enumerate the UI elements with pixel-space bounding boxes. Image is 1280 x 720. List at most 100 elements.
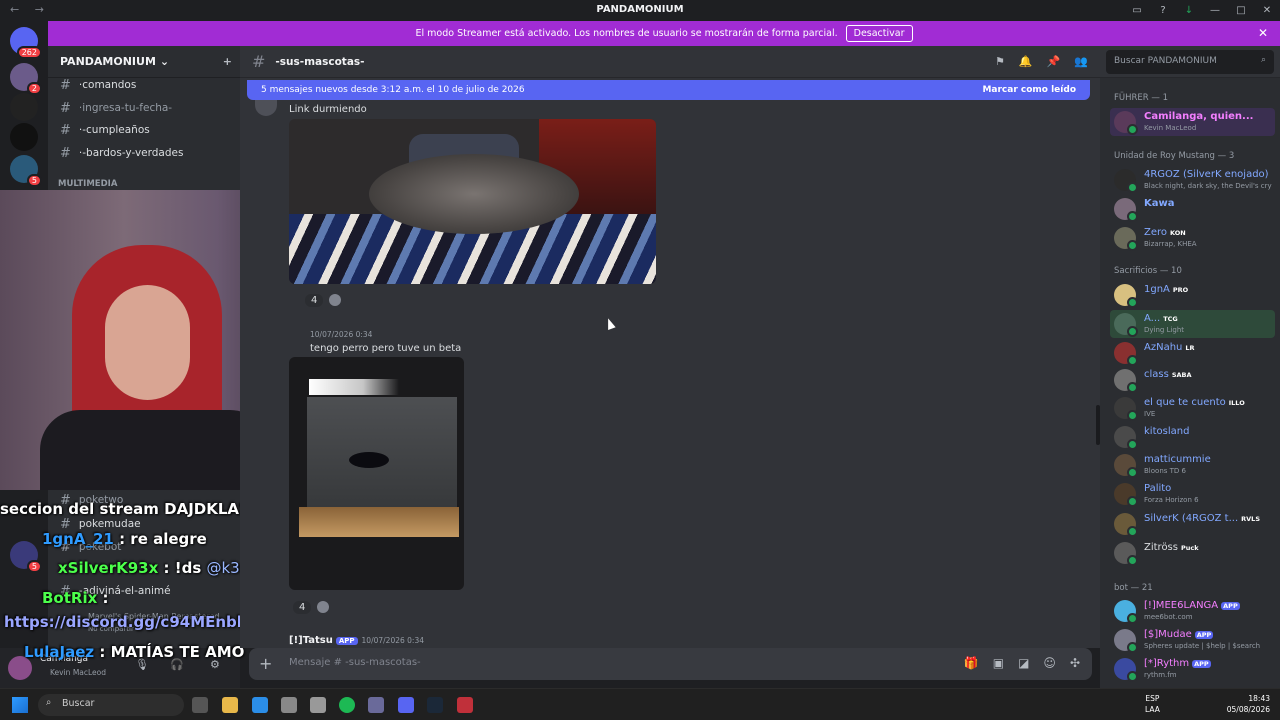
- member-name-text: A...: [1144, 313, 1161, 324]
- member-name: SilverK (4RGOZ t... RVLS: [1144, 513, 1260, 524]
- add-member-icon[interactable]: +: [223, 55, 232, 68]
- server-icon[interactable]: [10, 93, 38, 121]
- channel-bardos-y-verdades[interactable]: # ·-bardos-y-verdades: [48, 143, 240, 163]
- help-icon[interactable]: ?: [1150, 0, 1176, 21]
- home-button[interactable]: 262: [10, 27, 42, 59]
- member-item[interactable]: SilverK (4RGOZ t... RVLS: [1110, 510, 1275, 538]
- server-icon[interactable]: 5: [10, 155, 42, 187]
- threads-icon[interactable]: ⚑: [995, 55, 1005, 68]
- member-item[interactable]: Palito Forza Horizon 6: [1110, 480, 1275, 508]
- reaction-pill[interactable]: 4: [293, 600, 312, 614]
- discord-icon[interactable]: [398, 697, 414, 713]
- gift-icon[interactable]: 🎁: [964, 656, 979, 670]
- member-item[interactable]: [!]MEE6LANGA APP mee6bot.com: [1110, 597, 1275, 625]
- avatar: [1114, 483, 1138, 507]
- fish-photo[interactable]: [289, 357, 464, 590]
- member-item[interactable]: 1gnA PRO: [1110, 281, 1275, 309]
- overlay-line: seccion del stream DAJDKLASJD: [0, 500, 268, 518]
- overlay-line: 1gnA_21 : re alegre: [42, 530, 207, 548]
- category-multimedia[interactable]: MULTIMEDIA: [58, 179, 117, 189]
- search-icon: ⌕: [46, 697, 52, 708]
- spotify-icon[interactable]: [339, 697, 355, 713]
- chrome-icon[interactable]: [252, 697, 268, 713]
- widgets-icon[interactable]: [192, 697, 208, 713]
- member-name: class SABA: [1144, 369, 1192, 380]
- download-icon[interactable]: ↓: [1176, 0, 1202, 21]
- channel-cumpleanos[interactable]: # ·-cumpleaños: [48, 120, 240, 140]
- pin-icon[interactable]: 📌: [1047, 55, 1061, 68]
- member-name-text: [*]Rythm: [1144, 658, 1190, 669]
- overlay-user: xSilverK93x: [58, 559, 159, 577]
- member-item[interactable]: 4RGOZ (SilverK enojado) Black night, dark…: [1110, 166, 1275, 194]
- search-input[interactable]: Buscar PANDAMONIUM ⌕: [1106, 50, 1274, 74]
- taskbar-search[interactable]: ⌕ Buscar: [38, 694, 184, 716]
- member-tag: TCG: [1163, 315, 1178, 323]
- member-item[interactable]: Kawa: [1110, 195, 1275, 223]
- app-icon[interactable]: [368, 697, 384, 713]
- member-status: Spheres update | $help | $search: [1144, 642, 1261, 650]
- add-reaction-icon[interactable]: [317, 601, 330, 613]
- minimize-icon[interactable]: —: [1202, 0, 1228, 21]
- photo-light: [309, 379, 399, 395]
- member-item[interactable]: Zero KON Bizarrap, KHEA: [1110, 224, 1275, 252]
- channel-ingresa-tu-fecha[interactable]: # ·ingresa-tu-fecha-: [48, 98, 240, 118]
- maximize-icon[interactable]: □: [1228, 0, 1254, 21]
- member-item[interactable]: Zitröss Puck: [1110, 539, 1275, 567]
- server-icon[interactable]: 5: [10, 541, 42, 573]
- overlay-line: BotRix :: [42, 589, 109, 607]
- members-icon[interactable]: 👥: [1074, 55, 1088, 68]
- photo-fish: [349, 452, 389, 468]
- bell-icon[interactable]: 🔔: [1019, 55, 1033, 68]
- dog-photo[interactable]: [289, 119, 656, 284]
- server-badge: 5: [26, 560, 42, 573]
- obs-icon[interactable]: [281, 697, 297, 713]
- sticker-icon[interactable]: ◪: [1018, 656, 1029, 670]
- author-name[interactable]: [!]Tatsu: [289, 635, 333, 646]
- server-header[interactable]: PANDAMONIUM ⌄ +: [48, 46, 240, 78]
- member-name-text: el que te cuento: [1144, 397, 1226, 408]
- message-author: [!]Tatsu APP 10/07/2026 0:34: [289, 635, 424, 646]
- channel-label: ·-cumpleaños: [78, 124, 150, 136]
- close-window-icon[interactable]: ✕: [1254, 0, 1280, 21]
- member-name-text: Zitröss: [1144, 542, 1178, 553]
- window-titlebar: ← → PANDAMONIUM ▭ ? ↓ — □ ✕: [0, 0, 1280, 21]
- member-item[interactable]: AzNahu LR: [1110, 339, 1275, 367]
- clock[interactable]: 18:43 05/08/2026: [1227, 693, 1270, 715]
- message-text: Link durmiendo: [289, 104, 367, 115]
- member-name: Camilanga, quien...: [1144, 111, 1254, 122]
- member-name: kitosland: [1144, 426, 1190, 437]
- steam-icon[interactable]: [427, 697, 443, 713]
- reaction-pill[interactable]: 4: [305, 293, 324, 307]
- app-icon[interactable]: [457, 697, 473, 713]
- overlay-text: :: [102, 589, 109, 607]
- gif-icon[interactable]: ▣: [993, 656, 1004, 670]
- close-banner-icon[interactable]: ✕: [1258, 26, 1268, 40]
- emoji-icon[interactable]: ☺: [1043, 656, 1056, 670]
- member-item[interactable]: Camilanga, quien... Kevin MacLeod: [1110, 108, 1275, 136]
- member-item[interactable]: el que te cuento ILLO IVE: [1110, 394, 1275, 422]
- member-item[interactable]: kitosland: [1110, 423, 1275, 451]
- folder-icon[interactable]: [222, 697, 238, 713]
- inbox-icon[interactable]: ▭: [1124, 0, 1150, 21]
- member-item[interactable]: [$]Mudae APP Spheres update | $help | $sea…: [1110, 626, 1275, 654]
- member-item[interactable]: [*]Rythm APP rythm.fm: [1110, 655, 1275, 683]
- server-icon[interactable]: 2: [10, 63, 42, 95]
- add-reaction-icon[interactable]: [329, 294, 342, 306]
- reaction-row: 4: [305, 291, 342, 309]
- windows-start-icon[interactable]: [12, 697, 28, 713]
- language-indicator[interactable]: ESP LAA: [1145, 693, 1160, 715]
- apps-icon[interactable]: ✣: [1070, 656, 1080, 670]
- member-item[interactable]: matticummie Bloons TD 6: [1110, 451, 1275, 479]
- server-icon[interactable]: [10, 123, 38, 151]
- plus-icon[interactable]: +: [259, 654, 272, 673]
- disable-streamer-button[interactable]: Desactivar: [845, 25, 913, 42]
- channel-comandos[interactable]: # ·comandos: [48, 75, 240, 95]
- app-icon[interactable]: [310, 697, 326, 713]
- member-name-text: class: [1144, 369, 1169, 380]
- message-composer[interactable]: + Mensaje # -sus-mascotas- 🎁 ▣ ◪ ☺ ✣: [249, 648, 1092, 680]
- new-messages-bar[interactable]: 5 mensajes nuevos desde 3:12 a.m. el 10 …: [247, 80, 1090, 100]
- mark-read-button[interactable]: Marcar como leído: [982, 85, 1076, 95]
- app-badge: APP: [1192, 660, 1211, 668]
- member-item[interactable]: class SABA: [1110, 366, 1275, 394]
- member-item[interactable]: A... TCG Dying Light: [1110, 310, 1275, 338]
